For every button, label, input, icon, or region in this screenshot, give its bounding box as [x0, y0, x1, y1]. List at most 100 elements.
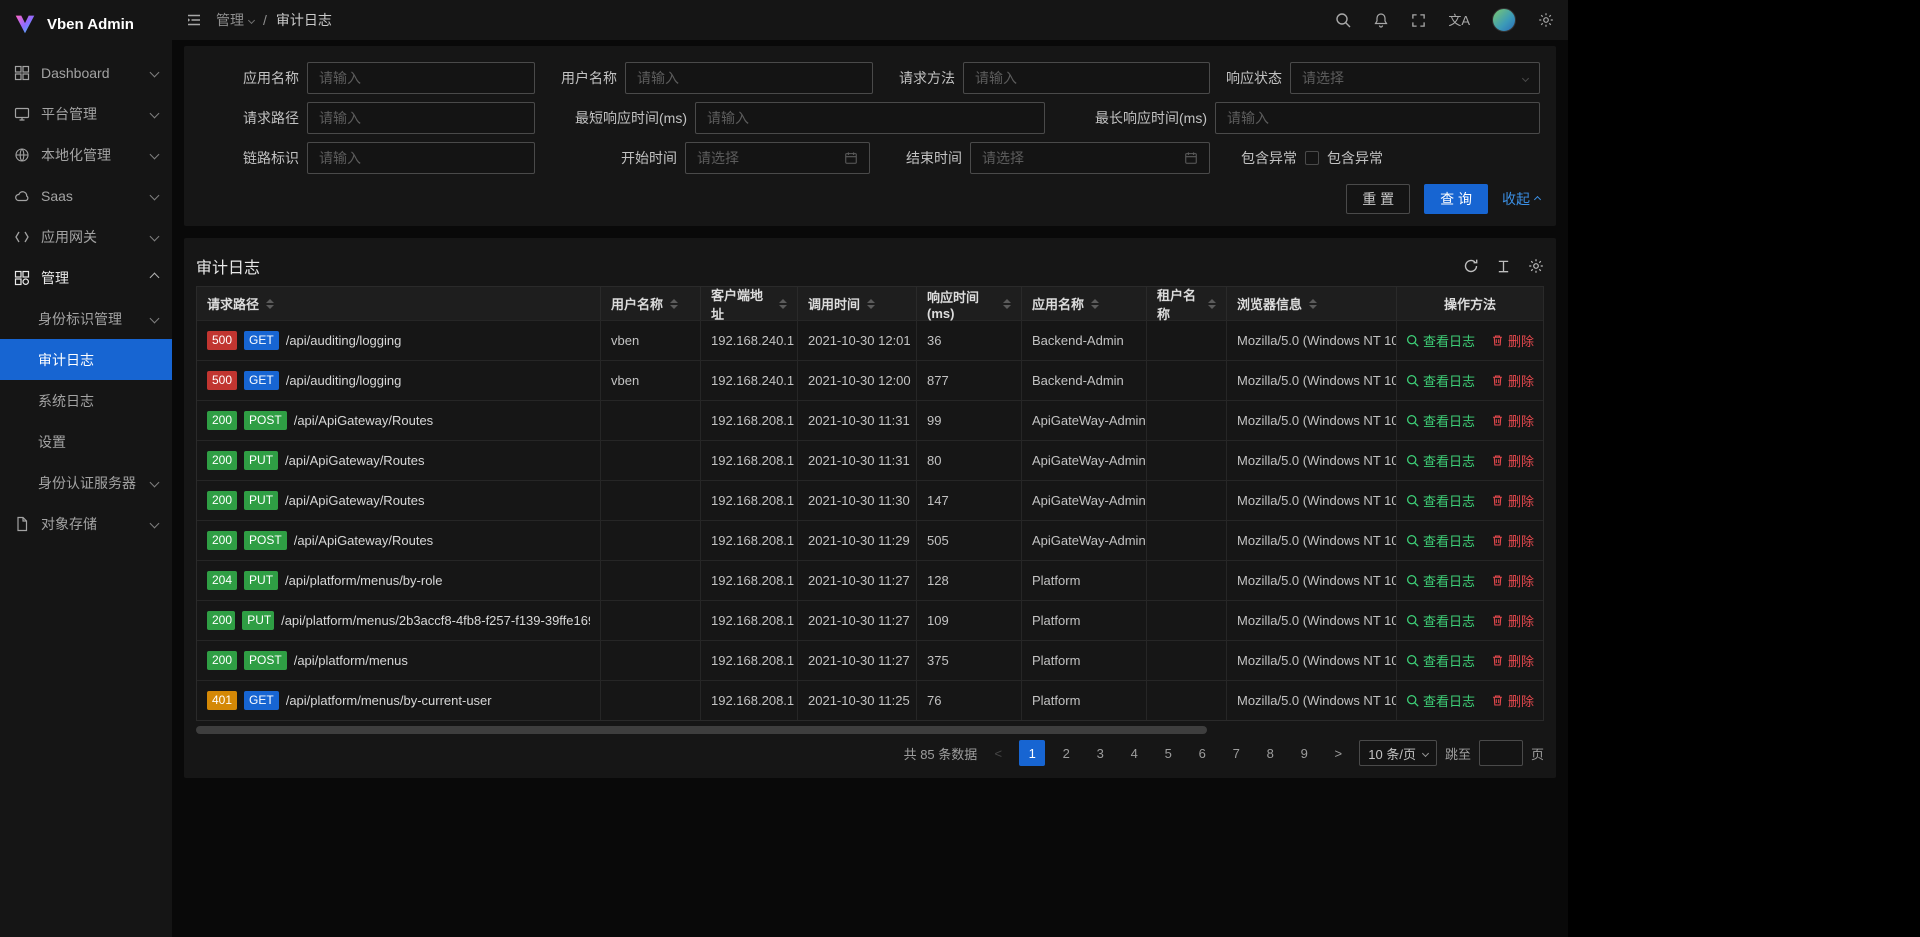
view-log-button[interactable]: 查看日志: [1406, 691, 1475, 710]
sidebar-item-identity-management[interactable]: 身份标识管理: [0, 298, 172, 339]
row-height-icon[interactable]: [1496, 259, 1511, 274]
client-address-cell: 192.168.240.1: [701, 321, 798, 360]
page-button[interactable]: 3: [1087, 740, 1113, 766]
min-response-time-input[interactable]: [695, 102, 1045, 134]
search-icon[interactable]: [1335, 12, 1351, 28]
delete-button[interactable]: 删除: [1491, 691, 1534, 710]
table-row[interactable]: 200 PUT /api/ApiGateway/Routes 192.168.2…: [197, 440, 1543, 480]
sidebar-item-settings[interactable]: 设置: [0, 421, 172, 462]
view-log-button[interactable]: 查看日志: [1406, 571, 1475, 590]
delete-button[interactable]: 删除: [1491, 651, 1534, 670]
table-row[interactable]: 200 PUT /api/platform/menus/2b3accf8-4fb…: [197, 600, 1543, 640]
include-exception-checkbox[interactable]: [1305, 151, 1319, 165]
page-button[interactable]: 2: [1053, 740, 1079, 766]
column-header-client-address[interactable]: 客户端地址: [701, 287, 798, 320]
delete-button[interactable]: 删除: [1491, 531, 1534, 550]
app-window: Vben Admin Dashboard 平台管理 本地化管理 Saas: [0, 0, 1568, 937]
column-header-request-path[interactable]: 请求路径: [197, 287, 601, 320]
user-name-cell: vben: [601, 361, 701, 400]
request-method-input[interactable]: [963, 62, 1210, 94]
response-status-select[interactable]: 请选择: [1290, 62, 1540, 94]
sidebar-item-management[interactable]: 管理: [0, 257, 172, 298]
delete-label: 删除: [1508, 371, 1534, 390]
delete-button[interactable]: 删除: [1491, 371, 1534, 390]
menu-fold-icon[interactable]: [186, 12, 202, 28]
max-response-time-input[interactable]: [1215, 102, 1540, 134]
page-size-select[interactable]: 10 条/页: [1359, 740, 1437, 766]
sidebar-item-audit-log[interactable]: 审计日志: [0, 339, 172, 380]
delete-button[interactable]: 删除: [1491, 411, 1534, 430]
view-log-button[interactable]: 查看日志: [1406, 331, 1475, 350]
column-header-tenant-name[interactable]: 租户名称: [1147, 287, 1227, 320]
user-name-input[interactable]: [625, 62, 873, 94]
translate-icon[interactable]: 文A: [1448, 14, 1470, 27]
audit-log-table: 请求路径 用户名称 客户端地址 调用时间 响应时间(ms) 应用名称 租户名称 …: [196, 286, 1544, 721]
page-button[interactable]: 6: [1189, 740, 1215, 766]
view-log-button[interactable]: 查看日志: [1406, 451, 1475, 470]
table-row[interactable]: 401 GET /api/platform/menus/by-current-u…: [197, 680, 1543, 720]
breadcrumb-item-management[interactable]: 管理: [216, 10, 254, 30]
collapse-button[interactable]: 收起: [1502, 189, 1540, 209]
delete-button[interactable]: 删除: [1491, 331, 1534, 350]
view-log-button[interactable]: 查看日志: [1406, 651, 1475, 670]
sidebar-item-app-gateway[interactable]: 应用网关: [0, 216, 172, 257]
view-log-button[interactable]: 查看日志: [1406, 371, 1475, 390]
sidebar-item-localization[interactable]: 本地化管理: [0, 134, 172, 175]
previous-page-button[interactable]: <: [985, 740, 1011, 766]
delete-button[interactable]: 删除: [1491, 491, 1534, 510]
sidebar-item-object-storage[interactable]: 对象存储: [0, 503, 172, 544]
view-log-button[interactable]: 查看日志: [1406, 611, 1475, 630]
table-row[interactable]: 200 POST /api/ApiGateway/Routes 192.168.…: [197, 400, 1543, 440]
horizontal-scrollbar-thumb[interactable]: [196, 726, 1207, 734]
sidebar-item-identity-server[interactable]: 身份认证服务器: [0, 462, 172, 503]
query-button[interactable]: 查 询: [1424, 184, 1488, 214]
sidebar-item-platform-management[interactable]: 平台管理: [0, 93, 172, 134]
table-row[interactable]: 200 PUT /api/ApiGateway/Routes 192.168.2…: [197, 480, 1543, 520]
view-log-button[interactable]: 查看日志: [1406, 491, 1475, 510]
app-name-input[interactable]: [307, 62, 535, 94]
settings-gear-icon[interactable]: [1538, 12, 1554, 28]
http-method-badge: POST: [244, 531, 287, 549]
delete-button[interactable]: 删除: [1491, 571, 1534, 590]
total-records-text: 共 85 条数据: [904, 744, 978, 763]
table-row[interactable]: 200 POST /api/ApiGateway/Routes 192.168.…: [197, 520, 1543, 560]
start-time-picker[interactable]: 请选择: [685, 142, 870, 174]
end-time-picker[interactable]: 请选择: [970, 142, 1210, 174]
next-page-button[interactable]: >: [1325, 740, 1351, 766]
page-button[interactable]: 4: [1121, 740, 1147, 766]
delete-button[interactable]: 删除: [1491, 451, 1534, 470]
view-log-button[interactable]: 查看日志: [1406, 531, 1475, 550]
column-header-user-name[interactable]: 用户名称: [601, 287, 701, 320]
table-row[interactable]: 204 PUT /api/platform/menus/by-role 192.…: [197, 560, 1543, 600]
column-header-response-time[interactable]: 响应时间(ms): [917, 287, 1022, 320]
sidebar-item-dashboard[interactable]: Dashboard: [0, 52, 172, 93]
refresh-icon[interactable]: [1463, 258, 1479, 274]
page-button[interactable]: 7: [1223, 740, 1249, 766]
column-settings-icon[interactable]: [1528, 258, 1544, 274]
delete-button[interactable]: 删除: [1491, 611, 1534, 630]
page-button[interactable]: 1: [1019, 740, 1045, 766]
reset-button[interactable]: 重 置: [1346, 184, 1410, 214]
table-row[interactable]: 200 POST /api/platform/menus 192.168.208…: [197, 640, 1543, 680]
table-row[interactable]: 500 GET /api/auditing/logging vben 192.1…: [197, 320, 1543, 360]
notification-bell-icon[interactable]: [1373, 12, 1389, 28]
page-button[interactable]: 9: [1291, 740, 1317, 766]
jump-to-page-input[interactable]: [1479, 740, 1523, 766]
app-logo[interactable]: Vben Admin: [0, 0, 172, 48]
column-header-app-name[interactable]: 应用名称: [1022, 287, 1147, 320]
page-button[interactable]: 8: [1257, 740, 1283, 766]
sort-icon: [1208, 299, 1216, 309]
page-button[interactable]: 5: [1155, 740, 1181, 766]
view-log-button[interactable]: 查看日志: [1406, 411, 1475, 430]
fullscreen-icon[interactable]: [1411, 13, 1426, 28]
request-path-input[interactable]: [307, 102, 535, 134]
column-header-browser-info[interactable]: 浏览器信息: [1227, 287, 1397, 320]
cloud-icon: [14, 187, 31, 204]
column-header-call-time[interactable]: 调用时间: [798, 287, 917, 320]
trace-id-input[interactable]: [307, 142, 535, 174]
tenant-name-cell: [1147, 561, 1227, 600]
sidebar-item-system-log[interactable]: 系统日志: [0, 380, 172, 421]
table-row[interactable]: 500 GET /api/auditing/logging vben 192.1…: [197, 360, 1543, 400]
user-avatar[interactable]: [1492, 8, 1516, 32]
sidebar-item-saas[interactable]: Saas: [0, 175, 172, 216]
